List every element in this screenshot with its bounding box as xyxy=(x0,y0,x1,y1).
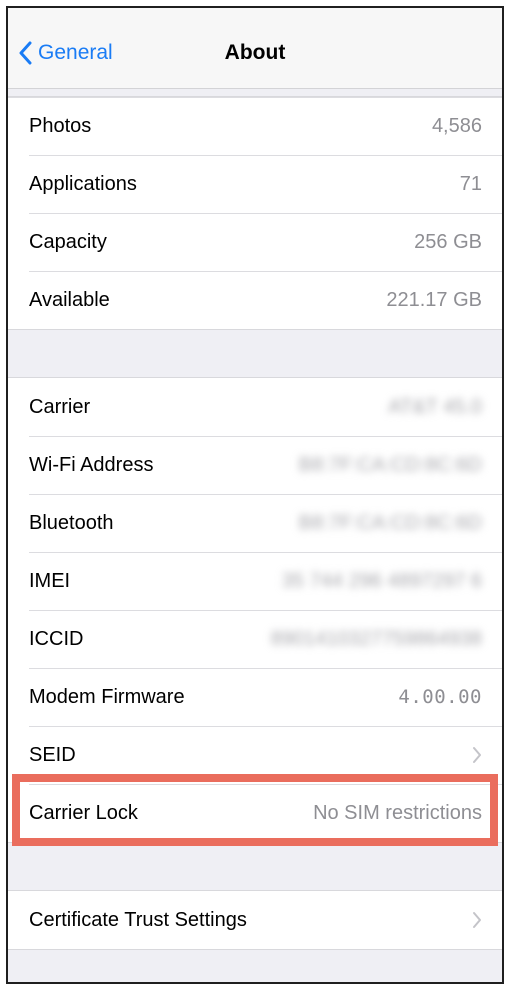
row-iccid: ICCID 8901410327759864938 xyxy=(8,610,502,668)
certificate-group: Certificate Trust Settings xyxy=(8,890,502,950)
photos-value: 4,586 xyxy=(431,115,482,137)
imei-label: IMEI xyxy=(29,569,71,592)
iccid-label: ICCID xyxy=(29,627,84,650)
row-available: Available 221.17 GB xyxy=(8,271,502,329)
capacity-value: 256 GB xyxy=(414,230,482,253)
applications-label: Applications xyxy=(29,172,137,195)
row-photos: Photos 4,586 xyxy=(8,97,502,155)
row-seid[interactable]: SEID xyxy=(8,726,502,784)
row-modem-firmware: Modem Firmware 4.00.00 xyxy=(8,668,502,726)
wifi-address-label: Wi-Fi Address xyxy=(29,453,154,476)
modem-firmware-value: 4.00.00 xyxy=(398,686,482,708)
chevron-right-icon xyxy=(473,912,481,928)
carrier-lock-value: No SIM restrictions xyxy=(313,801,482,824)
about-screen: General About Photos 4,586 Applications … xyxy=(6,6,504,984)
available-value: 221.17 GB xyxy=(386,288,482,311)
storage-group: Photos 4,586 Applications 71 Capacity 25… xyxy=(8,96,502,330)
certificate-trust-settings-label: Certificate Trust Settings xyxy=(29,908,247,931)
row-bluetooth: Bluetooth B8:7F:CA:CD:8C:6D xyxy=(8,494,502,552)
network-group: Carrier AT&T 45.0 Wi-Fi Address B8:7F:CA… xyxy=(8,377,502,843)
bluetooth-value: B8:7F:CA:CD:8C:6D xyxy=(298,511,482,534)
iccid-value: 8901410327759864938 xyxy=(270,627,482,650)
seid-label: SEID xyxy=(29,743,76,766)
row-certificate-trust-settings[interactable]: Certificate Trust Settings xyxy=(8,891,502,949)
row-carrier-lock: Carrier Lock No SIM restrictions xyxy=(8,784,502,842)
carrier-label: Carrier xyxy=(29,395,91,418)
imei-value: 35 744 296 4897297 6 xyxy=(281,569,482,592)
row-capacity: Capacity 256 GB xyxy=(8,213,502,271)
carrier-lock-label: Carrier Lock xyxy=(29,801,138,824)
photos-label: Photos xyxy=(29,115,92,137)
available-label: Available xyxy=(29,288,110,311)
row-wifi-address: Wi-Fi Address B8:7F:CA:CD:8C:6D xyxy=(8,436,502,494)
navigation-bar: General About xyxy=(8,8,502,89)
capacity-label: Capacity xyxy=(29,230,107,253)
row-applications: Applications 71 xyxy=(8,155,502,213)
modem-firmware-label: Modem Firmware xyxy=(29,685,185,708)
applications-value: 71 xyxy=(459,172,482,195)
row-imei: IMEI 35 744 296 4897297 6 xyxy=(8,552,502,610)
chevron-right-icon xyxy=(473,747,481,763)
bluetooth-label: Bluetooth xyxy=(29,511,114,534)
row-carrier: Carrier AT&T 45.0 xyxy=(8,378,502,436)
page-title: About xyxy=(224,41,286,64)
wifi-address-value: B8:7F:CA:CD:8C:6D xyxy=(298,453,482,476)
carrier-value: AT&T 45.0 xyxy=(388,395,482,418)
